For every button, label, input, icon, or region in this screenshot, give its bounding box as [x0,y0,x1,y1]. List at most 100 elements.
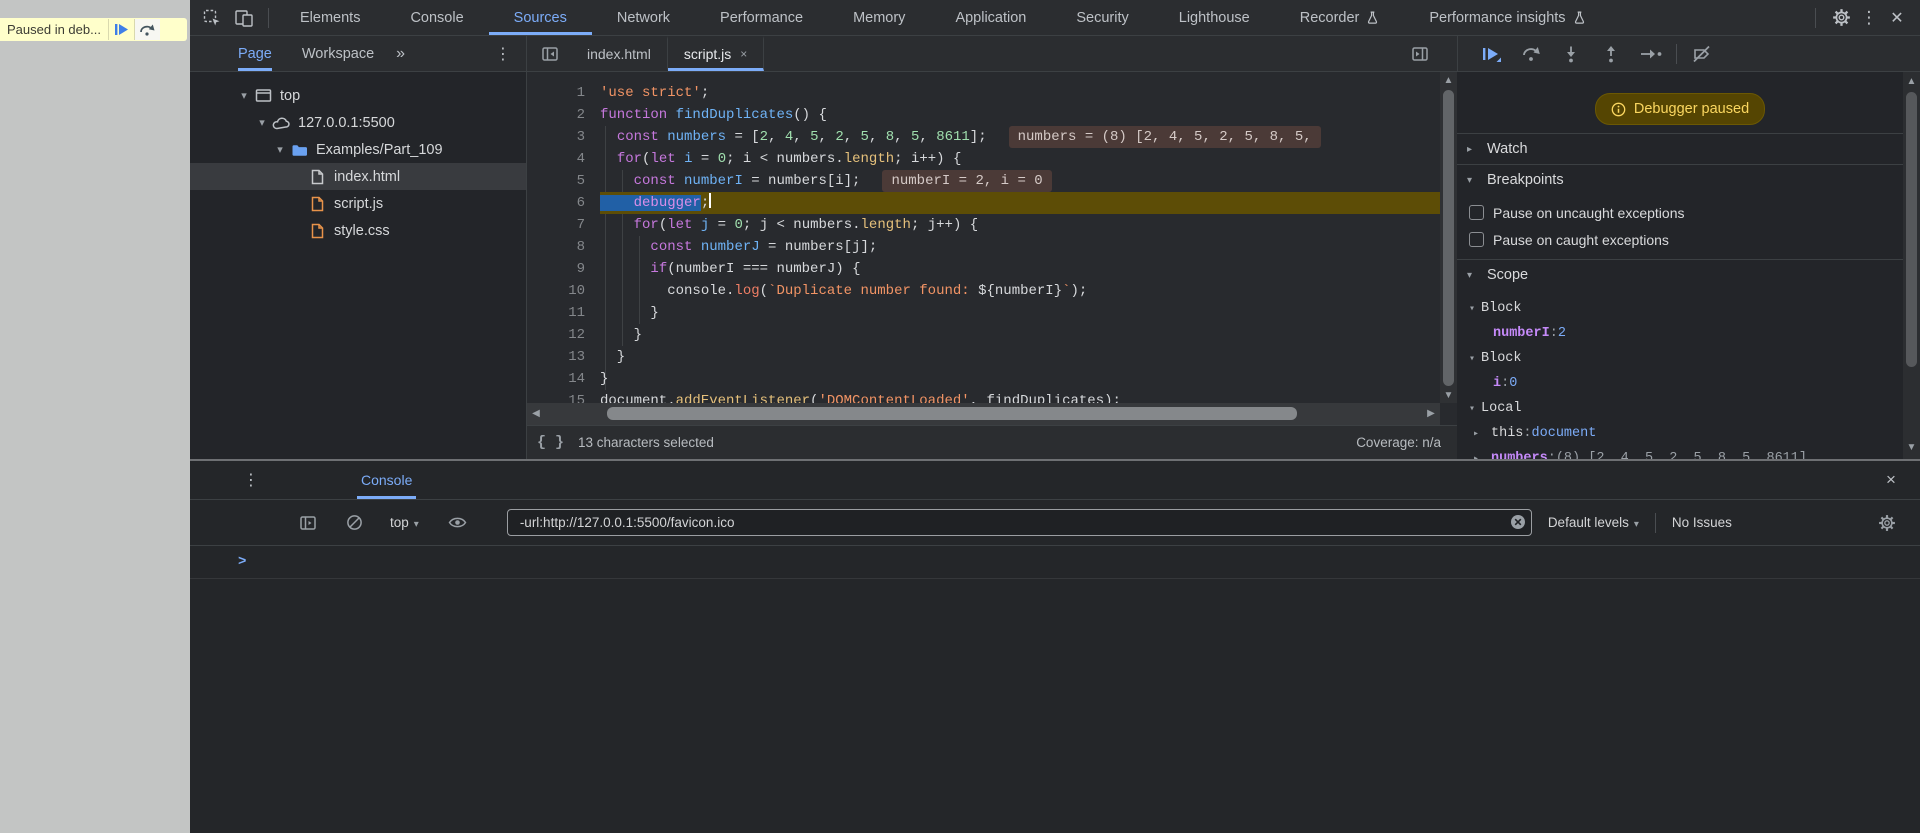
scroll-down-arrow[interactable]: ▼ [1903,443,1920,453]
scope-variable-row[interactable]: numberI: 2 [1457,321,1903,346]
editor-tab-script-js[interactable]: script.js× [668,36,764,71]
issues-counter[interactable]: No Issues [1672,515,1732,530]
tree-item-index-html[interactable]: index.html [190,163,526,190]
section-scope[interactable]: ▾ Scope [1457,259,1903,290]
line-number[interactable]: 3 [527,126,585,148]
code-line[interactable]: for(let i = 0; i < numbers.length; i++) … [600,148,1440,170]
code-line[interactable]: 'use strict'; [600,82,1440,104]
scope-section-row[interactable]: ▾Local [1457,396,1903,421]
line-number[interactable]: 1 [527,82,585,104]
console-sidebar-icon[interactable] [296,514,320,532]
expand-arrow-icon[interactable]: ▸ [1473,428,1485,440]
code-line[interactable]: } [600,368,1440,390]
line-number[interactable]: 6 [527,192,585,214]
pretty-print-icon[interactable]: { } [537,434,564,451]
tree-item-style-css[interactable]: style.css [190,217,526,244]
tab-network[interactable]: Network [592,0,695,35]
more-options-kebab-icon[interactable]: ⋮ [1856,8,1882,28]
console-prompt-row[interactable]: > [190,546,1920,579]
step-icon[interactable] [1638,46,1664,62]
line-number[interactable]: 4 [527,148,585,170]
log-levels-selector[interactable]: Default levels▾ [1548,515,1639,530]
resume-script-icon[interactable] [1478,45,1504,63]
live-expression-eye-icon[interactable] [445,515,471,530]
tree-item-top[interactable]: ▾top [190,82,526,109]
scroll-down-arrow[interactable]: ▼ [1440,391,1457,401]
scrollbar-thumb[interactable] [1906,92,1917,367]
checkbox-unchecked[interactable] [1469,205,1484,220]
tab-memory[interactable]: Memory [828,0,930,35]
editor-vertical-scrollbar[interactable]: ▲ ▼ [1440,72,1457,403]
tab-lighthouse[interactable]: Lighthouse [1154,0,1275,35]
section-watch[interactable]: ▸ Watch [1457,133,1903,164]
scroll-up-arrow[interactable]: ▲ [1903,77,1920,87]
expand-arrow-icon[interactable]: ▾ [236,89,252,102]
code-line[interactable]: function findDuplicates() { [600,104,1440,126]
code-line[interactable]: const numberJ = numbers[j]; [600,236,1440,258]
checkbox-unchecked[interactable] [1469,232,1484,247]
close-tab-icon[interactable]: × [740,47,747,61]
more-tabs-chevron[interactable]: » [396,36,405,71]
code-line[interactable]: } [600,346,1440,368]
tree-item-script-js[interactable]: script.js [190,190,526,217]
tab-performance[interactable]: Performance [695,0,828,35]
line-number[interactable]: 5 [527,170,585,192]
expand-arrow-icon[interactable]: ▾ [272,143,288,156]
tab-page[interactable]: Page [238,36,272,71]
line-number[interactable]: 9 [527,258,585,280]
scroll-up-arrow[interactable]: ▲ [1440,76,1457,86]
editor-horizontal-scrollbar[interactable]: ◀ ▶ [527,403,1440,425]
code-line[interactable]: for(let j = 0; j < numbers.length; j++) … [600,214,1440,236]
tab-elements[interactable]: Elements [275,0,385,35]
toggle-debugger-sidebar-icon[interactable] [1409,45,1431,63]
sidebar-scrollbar[interactable]: ▲ ▼ [1903,72,1920,459]
inspect-element-icon[interactable] [200,8,224,28]
scope-section-row[interactable]: ▾Block [1457,346,1903,371]
console-filter-input[interactable] [507,509,1532,536]
line-number[interactable]: 2 [527,104,585,126]
line-number[interactable]: 8 [527,236,585,258]
code-line[interactable]: if(numberI === numberJ) { [600,258,1440,280]
code-line[interactable]: console.log(`Duplicate number found: ${n… [600,280,1440,302]
scope-section-row[interactable]: ▾Block [1457,296,1903,321]
tab-recorder[interactable]: Recorder [1275,0,1405,35]
tree-item-examples-part-109[interactable]: ▾Examples/Part_109 [190,136,526,163]
tab-application[interactable]: Application [930,0,1051,35]
line-number[interactable]: 14 [527,368,585,390]
step-into-icon[interactable] [1558,45,1584,63]
context-selector[interactable]: top▾ [390,515,419,530]
line-number[interactable]: 10 [527,280,585,302]
settings-gear-icon[interactable] [1826,8,1856,27]
scope-variable-row[interactable]: ▸numbers: (8) [2, 4, 5, 2, 5, 8, 5, 8611… [1457,446,1903,459]
toggle-navigator-icon[interactable] [539,45,561,63]
close-drawer-icon[interactable]: × [1876,470,1906,490]
navigator-menu-kebab-icon[interactable]: ⋮ [488,44,518,64]
scroll-left-arrow[interactable]: ◀ [529,409,543,419]
expand-arrow-icon[interactable]: ▾ [1469,353,1481,365]
code-line[interactable]: const numberI = numbers[i];numberI = 2, … [600,170,1440,192]
line-number[interactable]: 11 [527,302,585,324]
console-settings-gear-icon[interactable] [1872,514,1902,532]
scrollbar-thumb[interactable] [1443,90,1454,386]
clear-console-icon[interactable] [342,514,366,531]
line-number[interactable]: 13 [527,346,585,368]
code-line[interactable]: } [600,324,1440,346]
editor-tab-index-html[interactable]: index.html [571,36,668,71]
deactivate-breakpoints-icon[interactable] [1689,45,1715,63]
tab-console[interactable]: Console [385,0,488,35]
step-out-icon[interactable] [1598,45,1624,63]
code-line[interactable]: const numbers = [2, 4, 5, 2, 5, 8, 5, 86… [600,126,1440,148]
tab-workspace[interactable]: Workspace [302,36,374,71]
tab-console[interactable]: Console [357,461,416,499]
scope-variable-row[interactable]: ▸this: document [1457,421,1903,446]
ribbon-resume-button[interactable] [108,19,134,40]
device-toolbar-icon[interactable] [232,8,256,28]
expand-arrow-icon[interactable]: ▾ [1469,403,1481,415]
paused-code-line[interactable]: debugger; [600,192,1440,214]
drawer-menu-kebab-icon[interactable]: ⋮ [240,470,262,490]
scroll-right-arrow[interactable]: ▶ [1424,409,1438,419]
code-line[interactable]: } [600,302,1440,324]
tab-security[interactable]: Security [1051,0,1153,35]
close-devtools-icon[interactable]: ✕ [1882,8,1912,28]
tree-item-127-0-0-1-5500[interactable]: ▾127.0.0.1:5500 [190,109,526,136]
